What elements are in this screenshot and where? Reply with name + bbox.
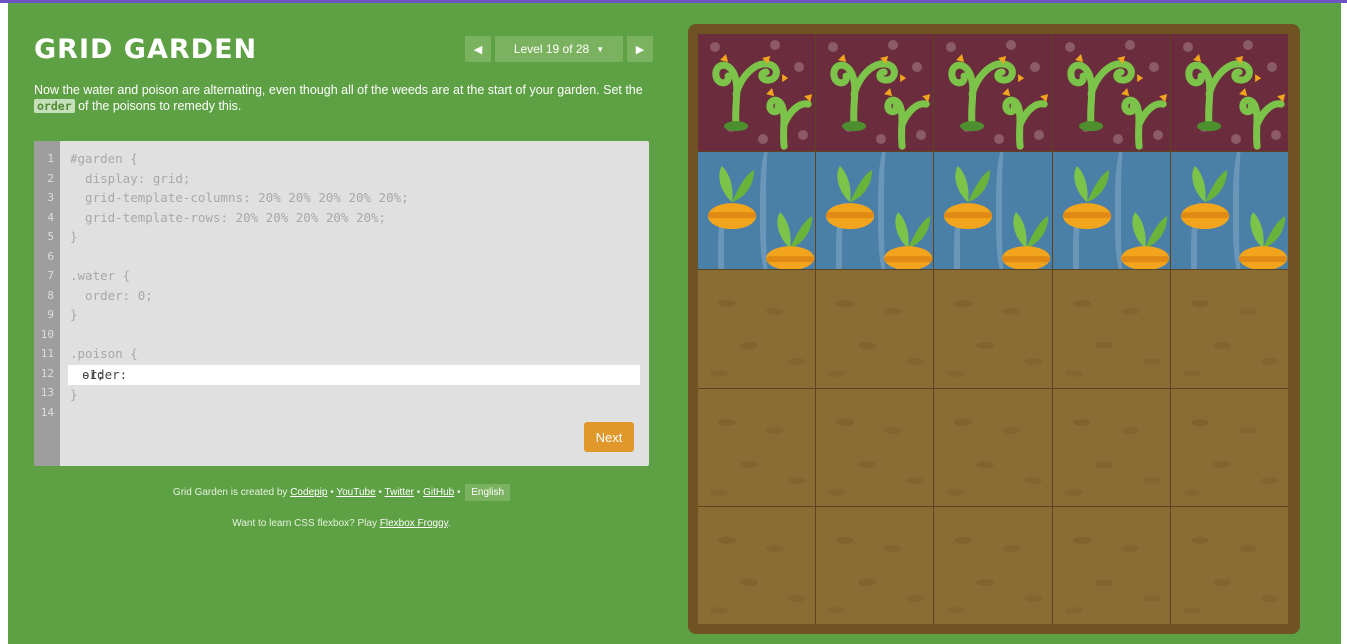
level-label: Level 19 of 28 bbox=[513, 42, 590, 56]
line-number: 8 bbox=[47, 288, 54, 302]
line-number: 1 bbox=[47, 152, 54, 165]
level-dropdown[interactable]: Level 19 of 28 ▼ bbox=[495, 36, 623, 62]
youtube-link[interactable]: YouTube bbox=[336, 487, 375, 498]
line-number: 10 bbox=[40, 327, 54, 341]
water-tile bbox=[934, 152, 1052, 270]
next-level-button[interactable]: ▶ bbox=[627, 36, 653, 62]
garden-plot bbox=[1170, 506, 1288, 624]
line-number: 11 bbox=[40, 347, 54, 360]
poison-tile bbox=[698, 34, 816, 152]
garden-plot bbox=[934, 506, 1052, 624]
prev-level-button[interactable]: ◀ bbox=[465, 36, 491, 62]
garden-plot bbox=[1052, 270, 1170, 388]
line-number: 7 bbox=[47, 269, 54, 282]
promo-text: Want to learn CSS flexbox? Play bbox=[232, 518, 380, 529]
instructions-text-1: Now the water and poison are alternating… bbox=[34, 83, 643, 97]
poison-tile bbox=[1170, 34, 1288, 152]
flexbox-froggy-link[interactable]: Flexbox Froggy bbox=[380, 518, 448, 529]
input-row: order: bbox=[68, 365, 640, 385]
code-after-input: } bbox=[70, 387, 78, 402]
code-before-input: #garden { display: grid; grid-template-c… bbox=[70, 151, 409, 361]
separator: • bbox=[375, 487, 385, 498]
line-number: 6 bbox=[47, 249, 54, 263]
instructions-code-order: order bbox=[34, 99, 75, 113]
garden-plot bbox=[816, 388, 934, 506]
twitter-link[interactable]: Twitter bbox=[385, 487, 414, 498]
garden-plot bbox=[1052, 388, 1170, 506]
credits: Grid Garden is created by Codepip • YouT… bbox=[34, 484, 649, 501]
water-tile bbox=[816, 152, 934, 270]
line-number: 9 bbox=[47, 308, 54, 321]
codepip-link[interactable]: Codepip bbox=[290, 487, 327, 498]
garden-plot bbox=[698, 388, 816, 506]
triangle-left-icon: ◀ bbox=[473, 43, 483, 56]
promo-end: . bbox=[447, 518, 451, 529]
credit-prefix: Grid Garden is created by bbox=[172, 487, 291, 498]
line-number: 13 bbox=[40, 386, 54, 399]
flexbox-promo: Want to learn CSS flexbox? Play Flexbox … bbox=[34, 518, 649, 529]
garden-plot bbox=[816, 506, 934, 624]
line-number: 3 bbox=[47, 191, 54, 204]
code-editor: 1 2 3 4 5 6 7 8 9 10 11 12 13 14 #garden { display: g… bbox=[34, 141, 649, 466]
language-button[interactable]: English bbox=[465, 484, 511, 501]
poison-tile bbox=[816, 34, 934, 152]
garden-plot bbox=[698, 270, 816, 388]
water-tile bbox=[1170, 152, 1288, 270]
game-title: GRID GARDEN bbox=[34, 34, 258, 65]
line-number: 2 bbox=[47, 171, 54, 185]
water-tile bbox=[698, 152, 816, 270]
github-link[interactable]: GitHub bbox=[423, 487, 454, 498]
line-number: 5 bbox=[47, 230, 54, 243]
garden-plot bbox=[1052, 506, 1170, 624]
level-navigation: ◀ Level 19 of 28 ▼ ▶ bbox=[465, 36, 653, 62]
line-number: 12 bbox=[40, 366, 54, 380]
poison-tile bbox=[934, 34, 1052, 152]
line-number: 4 bbox=[47, 210, 54, 224]
garden-plot bbox=[1170, 388, 1288, 506]
water-tile bbox=[1052, 152, 1170, 270]
instructions-text-2: of the poisons to remedy this. bbox=[74, 99, 242, 113]
poison-tile bbox=[1052, 34, 1170, 152]
triangle-right-icon: ▶ bbox=[635, 43, 645, 56]
next-button[interactable]: Next bbox=[584, 422, 634, 452]
garden-plot bbox=[698, 506, 816, 624]
line-number: 14 bbox=[40, 405, 54, 419]
garden bbox=[698, 34, 1288, 624]
garden-plot bbox=[1170, 270, 1288, 388]
instructions: Now the water and poison are alternating… bbox=[34, 82, 654, 114]
garden-plot bbox=[816, 270, 934, 388]
css-input[interactable] bbox=[68, 365, 602, 385]
garden-plot bbox=[934, 270, 1052, 388]
caret-down-icon: ▼ bbox=[596, 44, 605, 54]
separator: • bbox=[454, 487, 464, 498]
separator: • bbox=[414, 487, 424, 498]
garden-plot bbox=[934, 388, 1052, 506]
